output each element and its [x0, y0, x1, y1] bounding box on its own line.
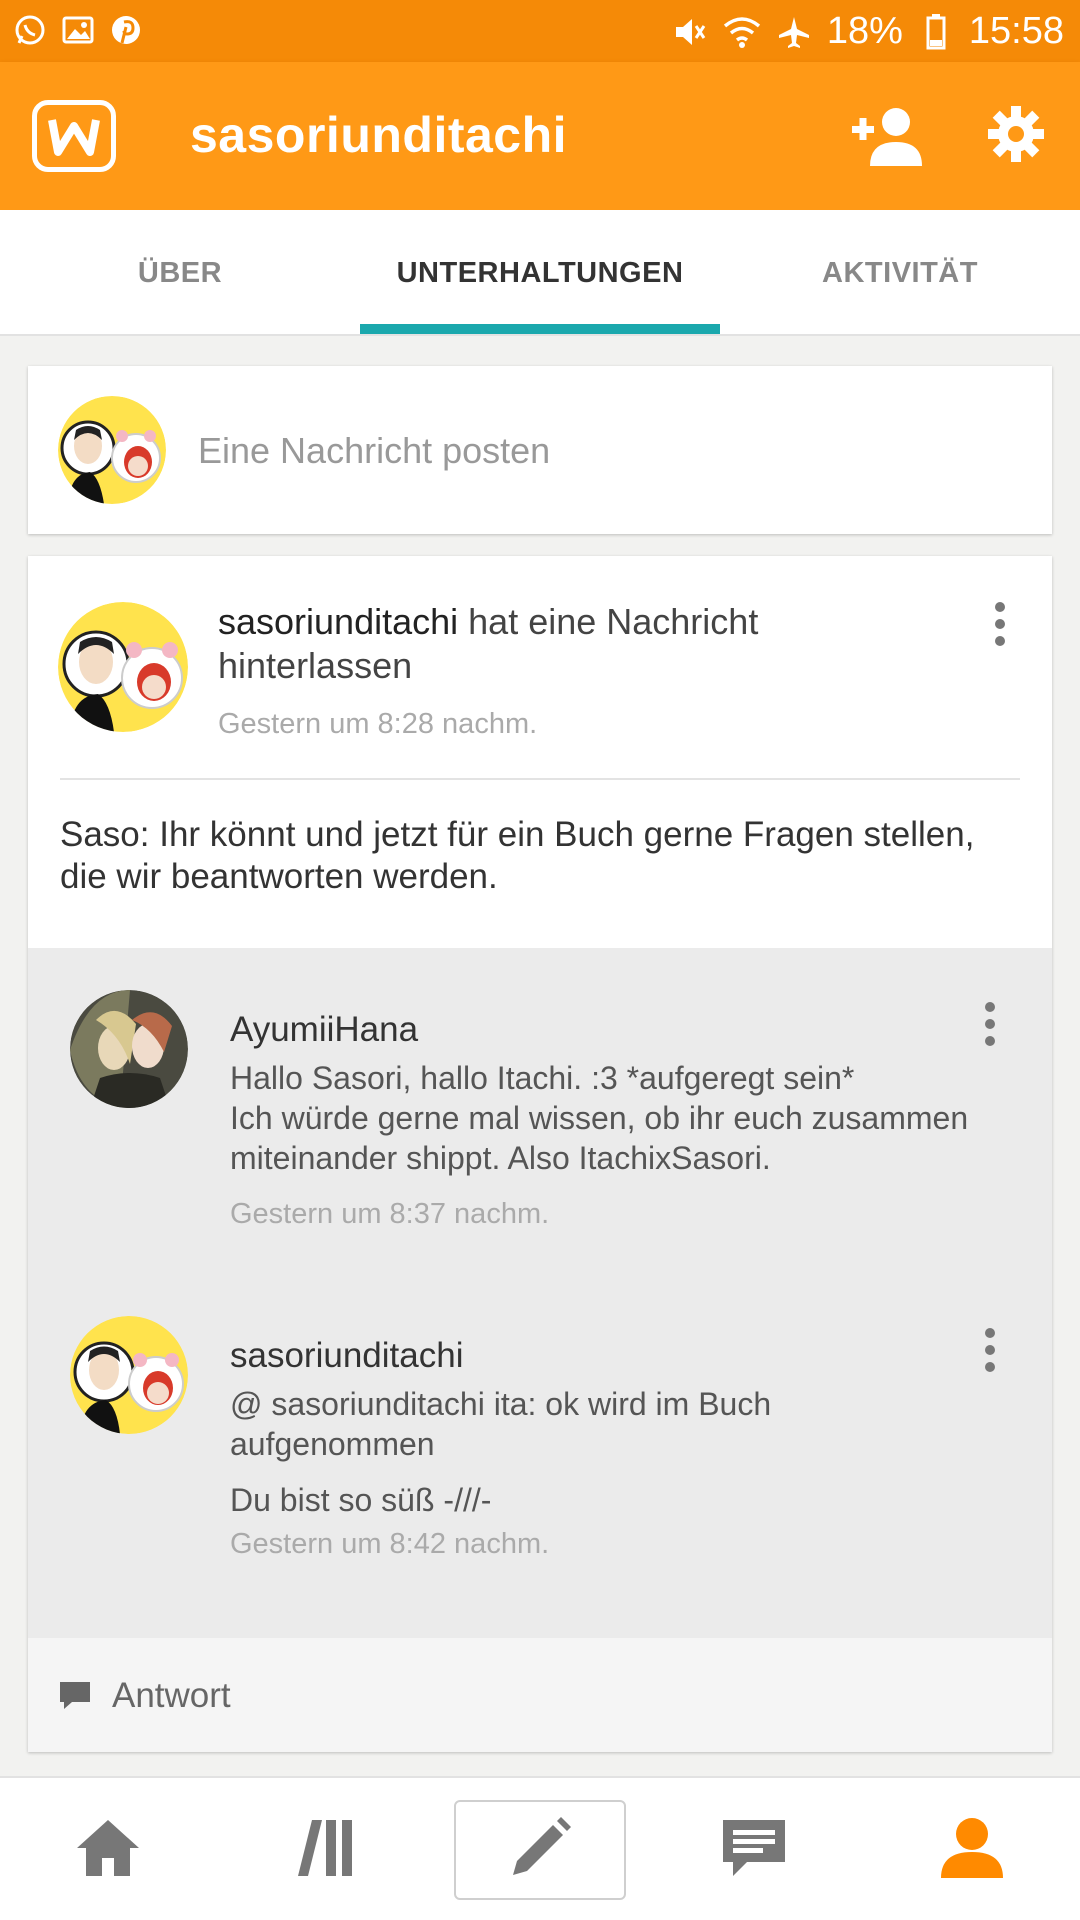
pinterest-icon: [108, 12, 144, 48]
write-icon: [507, 1815, 573, 1886]
user-avatar: [58, 396, 166, 504]
bottom-navigation: [0, 1776, 1080, 1920]
thread-more-icon[interactable]: [992, 602, 1008, 650]
notification-icons: [12, 12, 144, 48]
thread-author[interactable]: sasoriunditachi: [218, 601, 458, 642]
app-bar: sasoriunditachi: [0, 62, 1080, 210]
wattpad-logo[interactable]: [32, 100, 116, 172]
reply-author[interactable]: sasoriunditachi: [230, 1336, 463, 1376]
reply-body: @ sasoriunditachi ita: ok wird im Buch a…: [230, 1386, 772, 1462]
reply-avatar[interactable]: [70, 990, 188, 1108]
divider: [60, 778, 1020, 780]
settings-gear-icon[interactable]: [986, 104, 1046, 164]
author-avatar[interactable]: [58, 602, 188, 732]
reply-button[interactable]: Antwort: [28, 1638, 1052, 1752]
reply-more-icon[interactable]: [982, 1002, 998, 1050]
reply-timestamp: Gestern um 8:42 nachm.: [230, 1528, 550, 1560]
profile-icon[interactable]: [932, 1808, 1012, 1888]
comment-icon: [58, 1680, 92, 1710]
tab-ueber[interactable]: ÜBER: [0, 210, 360, 336]
profile-title: sasoriunditachi: [190, 107, 568, 163]
thread-message: Saso: Ihr könnt und jetzt für ein Buch g…: [60, 815, 975, 896]
write-button[interactable]: [454, 1800, 626, 1900]
battery-icon: [917, 13, 955, 51]
add-user-icon[interactable]: [850, 104, 922, 168]
tab-unterhaltungen[interactable]: UNTERHALTUNGEN: [360, 210, 720, 336]
profile-tabs: ÜBER UNTERHALTUNGEN AKTIVITÄT: [0, 210, 1080, 336]
battery-percent: 18%: [826, 10, 903, 52]
replies-list: AyumiiHana Hallo Sasori, hallo Itachi. :…: [28, 948, 1052, 1638]
compose-card[interactable]: Eine Nachricht posten: [28, 366, 1052, 534]
system-status: 18% 15:58: [671, 10, 1064, 53]
airplane-icon: [775, 13, 813, 51]
library-icon[interactable]: [286, 1808, 366, 1888]
reply-body: Hallo Sasori, hallo Itachi. :3 *aufgereg…: [230, 1060, 969, 1176]
thread-header: sasoriunditachi hat eine Nachricht hinte…: [218, 600, 878, 688]
conversation-card: sasoriunditachi hat eine Nachricht hinte…: [28, 556, 1052, 1752]
compose-placeholder: Eine Nachricht posten: [198, 430, 551, 471]
home-icon[interactable]: [68, 1808, 148, 1888]
tab-aktivitaet[interactable]: AKTIVITÄT: [720, 210, 1080, 336]
reply-more-icon[interactable]: [982, 1328, 998, 1376]
messages-icon[interactable]: [714, 1808, 794, 1888]
mute-icon: [671, 13, 709, 51]
whatsapp-icon: [12, 12, 48, 48]
wifi-icon: [723, 13, 761, 51]
clock: 15:58: [968, 10, 1064, 52]
reply-avatar[interactable]: [70, 1316, 188, 1434]
gallery-icon: [60, 12, 96, 48]
reply-timestamp: Gestern um 8:37 nachm.: [230, 1198, 550, 1230]
thread-timestamp: Gestern um 8:28 nachm.: [218, 708, 538, 740]
reply-label: Antwort: [112, 1676, 231, 1715]
reply-body-second-line: Du bist so süß -///-: [230, 1482, 492, 1518]
reply-author[interactable]: AyumiiHana: [230, 1010, 418, 1050]
active-tab-indicator: [360, 324, 720, 334]
status-bar: 18% 15:58: [0, 0, 1080, 62]
